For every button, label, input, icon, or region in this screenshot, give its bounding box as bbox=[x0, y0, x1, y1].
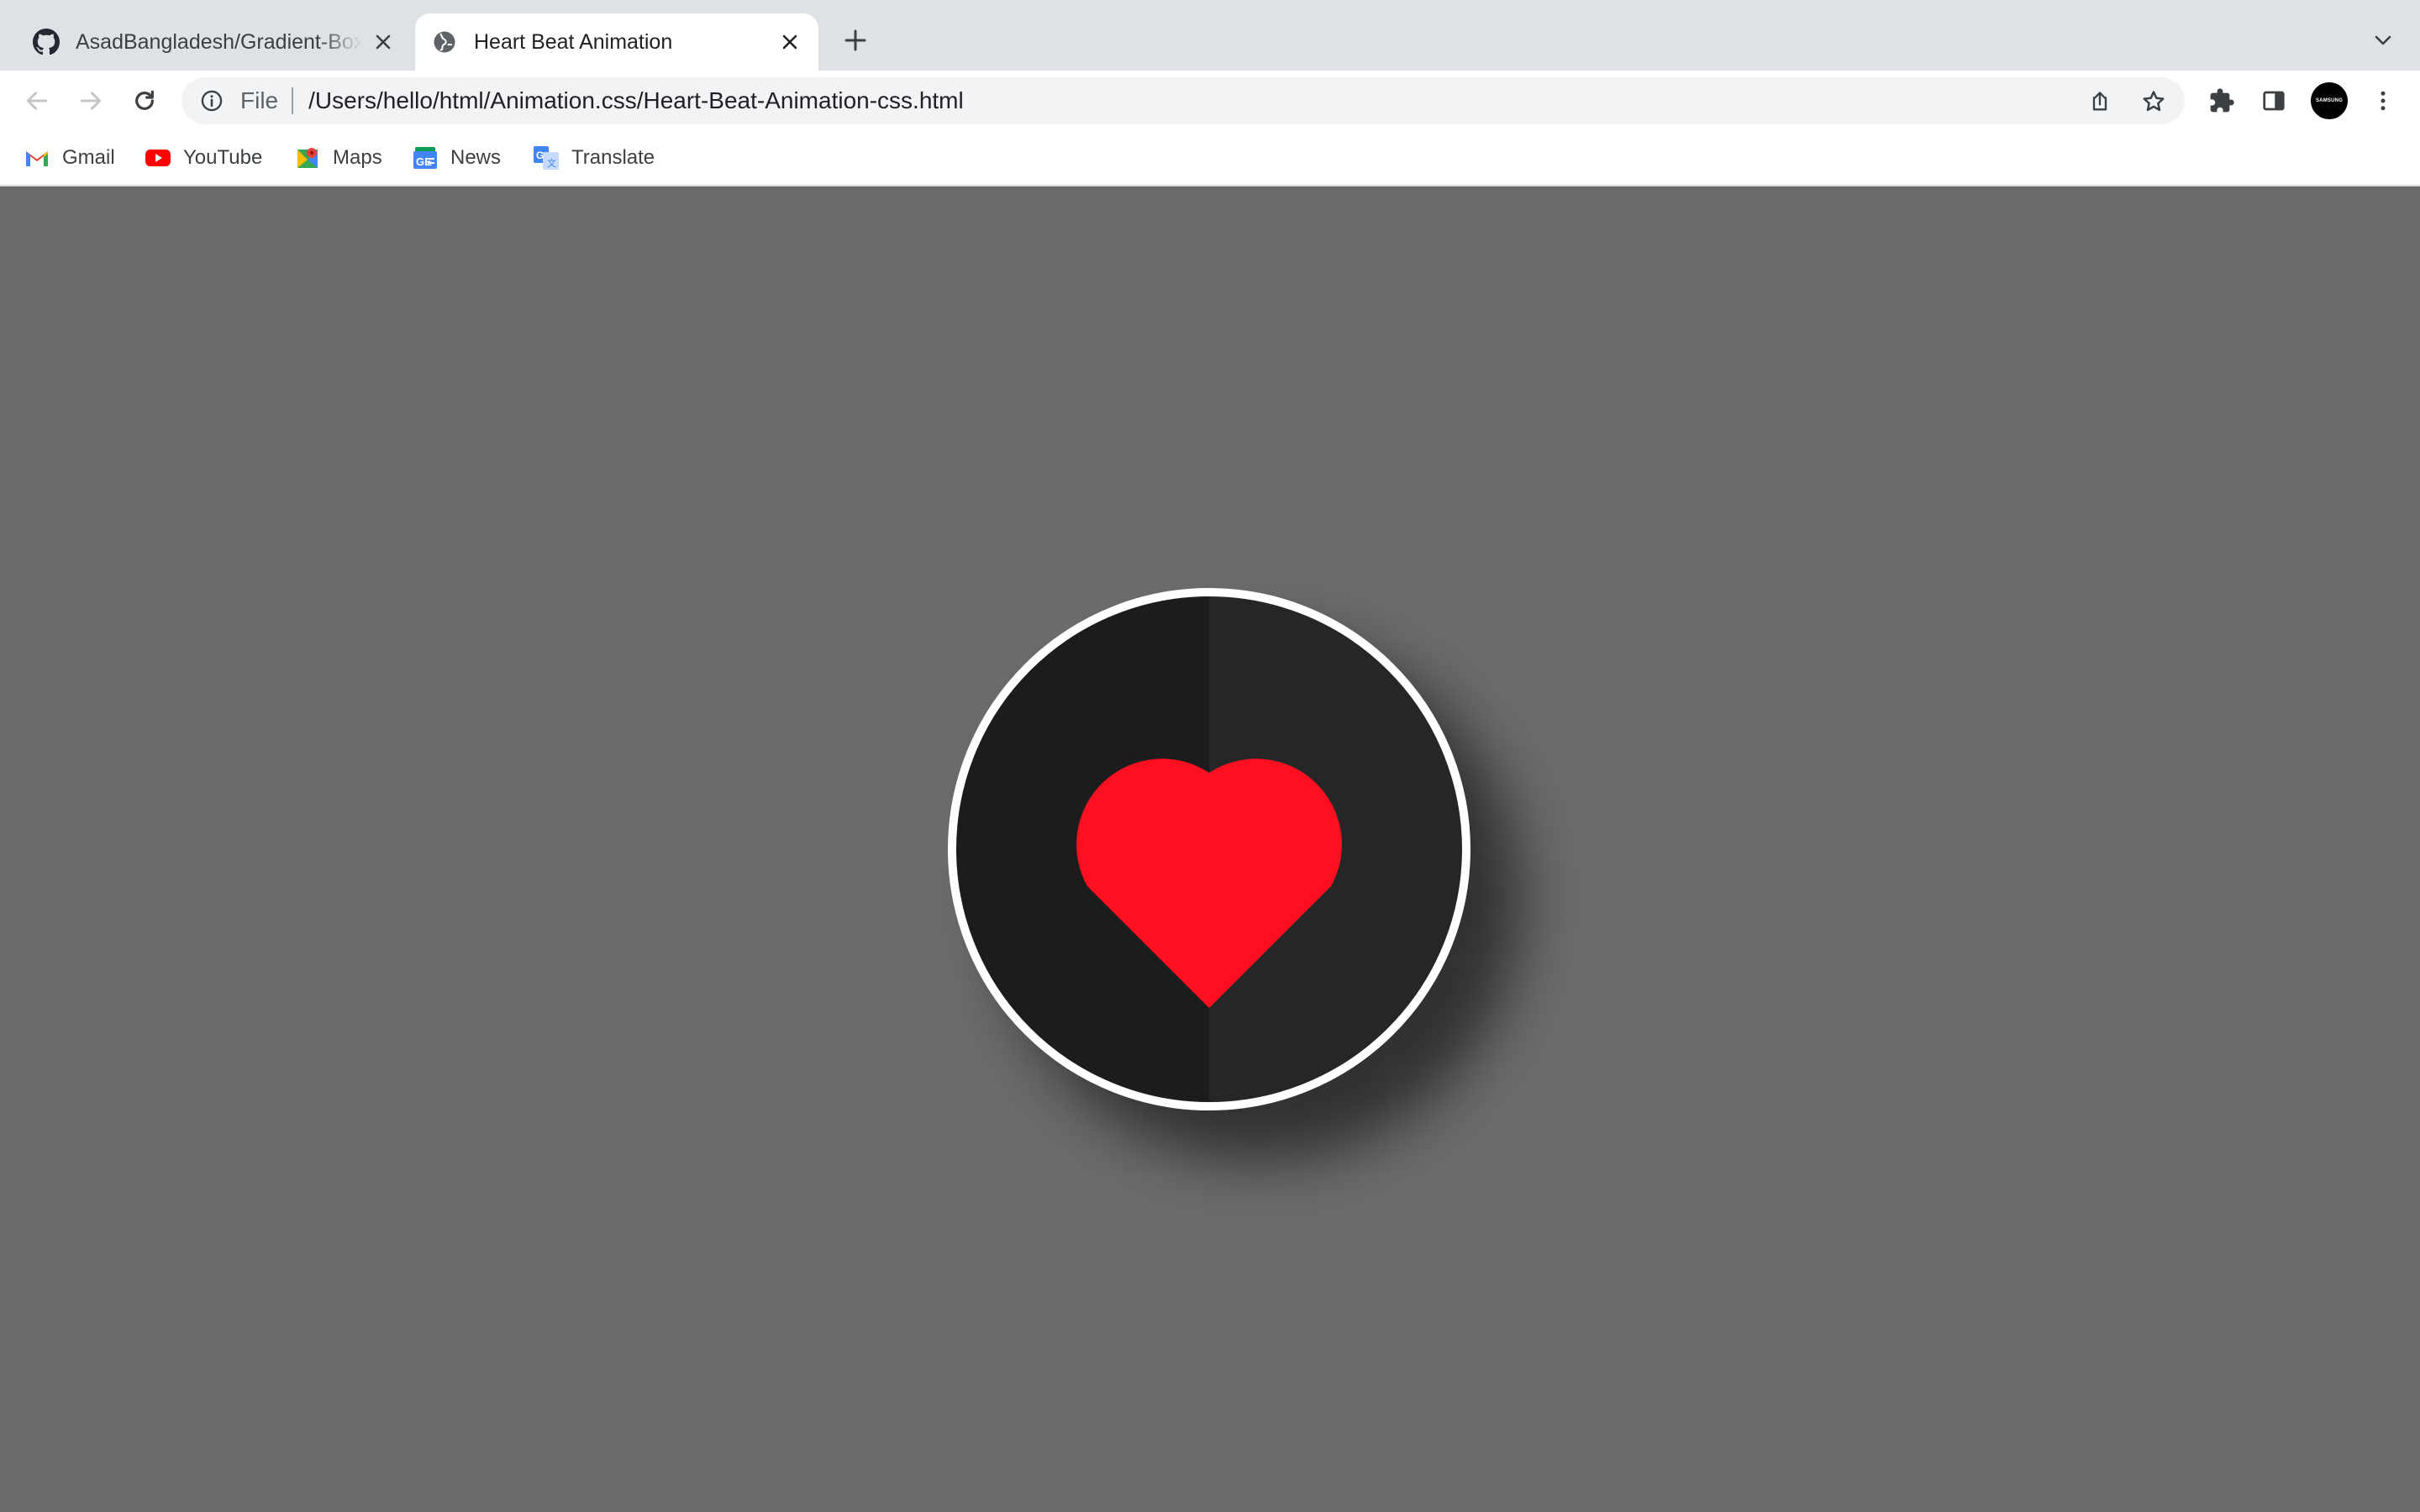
bookmark-gmail[interactable]: Gmail bbox=[24, 143, 115, 173]
arrow-right-icon[interactable] bbox=[72, 82, 109, 119]
divider bbox=[292, 87, 294, 114]
share-icon[interactable] bbox=[2086, 87, 2114, 116]
side-panel-icon[interactable] bbox=[2255, 82, 2292, 119]
bookmark-news[interactable]: GE News bbox=[412, 143, 501, 173]
chevron-down-icon[interactable] bbox=[2368, 25, 2398, 55]
bookmark-youtube[interactable]: YouTube bbox=[145, 143, 262, 173]
globe-icon bbox=[430, 28, 459, 56]
tab-strip: AsadBangladesh/Gradient-Box Heart Beat A… bbox=[0, 0, 2420, 71]
tab-gradient-box[interactable]: AsadBangladesh/Gradient-Box bbox=[17, 13, 412, 71]
translate-icon: G文 bbox=[533, 144, 560, 171]
tab-heart-beat-animation[interactable]: Heart Beat Animation bbox=[415, 13, 818, 71]
reload-icon[interactable] bbox=[126, 82, 163, 119]
tab-title: Heart Beat Animation bbox=[474, 29, 673, 54]
url-text[interactable]: /Users/hello/html/Animation.css/Heart-Be… bbox=[308, 87, 964, 114]
bookmark-translate[interactable]: G文 Translate bbox=[533, 143, 655, 173]
plus-icon[interactable] bbox=[839, 24, 872, 57]
toolbar: File /Users/hello/html/Animation.css/Hea… bbox=[0, 71, 2420, 131]
bookmark-label: Maps bbox=[333, 146, 382, 169]
heart-icon bbox=[1076, 759, 1342, 1008]
svg-text:文: 文 bbox=[547, 157, 556, 169]
avatar[interactable]: SAMSUNG bbox=[2311, 82, 2348, 119]
page-content bbox=[0, 186, 2420, 1512]
bookmark-label: Translate bbox=[571, 146, 655, 169]
omnibox[interactable]: File /Users/hello/html/Animation.css/Hea… bbox=[182, 77, 2185, 124]
maps-icon bbox=[294, 144, 321, 171]
profile-label: SAMSUNG bbox=[2315, 98, 2344, 103]
bookmark-label: News bbox=[450, 146, 502, 169]
puzzle-icon[interactable] bbox=[2203, 82, 2240, 119]
close-icon[interactable] bbox=[775, 27, 805, 57]
youtube-icon bbox=[145, 144, 171, 171]
bookmark-label: Gmail bbox=[62, 146, 115, 169]
info-icon[interactable] bbox=[198, 87, 225, 114]
gmail-icon bbox=[24, 144, 50, 171]
svg-text:G: G bbox=[536, 150, 544, 161]
svg-text:GE: GE bbox=[416, 155, 432, 168]
bookmark-maps[interactable]: Maps bbox=[294, 143, 382, 173]
bookmark-label: YouTube bbox=[183, 146, 263, 169]
close-icon[interactable] bbox=[368, 27, 398, 57]
heart-circle bbox=[948, 588, 1470, 1110]
star-icon[interactable] bbox=[2139, 87, 2168, 116]
url-scheme-label: File bbox=[240, 87, 279, 113]
bookmarks-bar: Gmail YouTube Maps GE News G文 Translate bbox=[0, 131, 2420, 186]
news-icon: GE bbox=[412, 144, 439, 171]
arrow-left-icon[interactable] bbox=[18, 82, 55, 119]
github-icon bbox=[32, 28, 60, 56]
tab-title: AsadBangladesh/Gradient-Box bbox=[76, 29, 361, 54]
kebab-menu-icon[interactable] bbox=[2365, 82, 2402, 119]
